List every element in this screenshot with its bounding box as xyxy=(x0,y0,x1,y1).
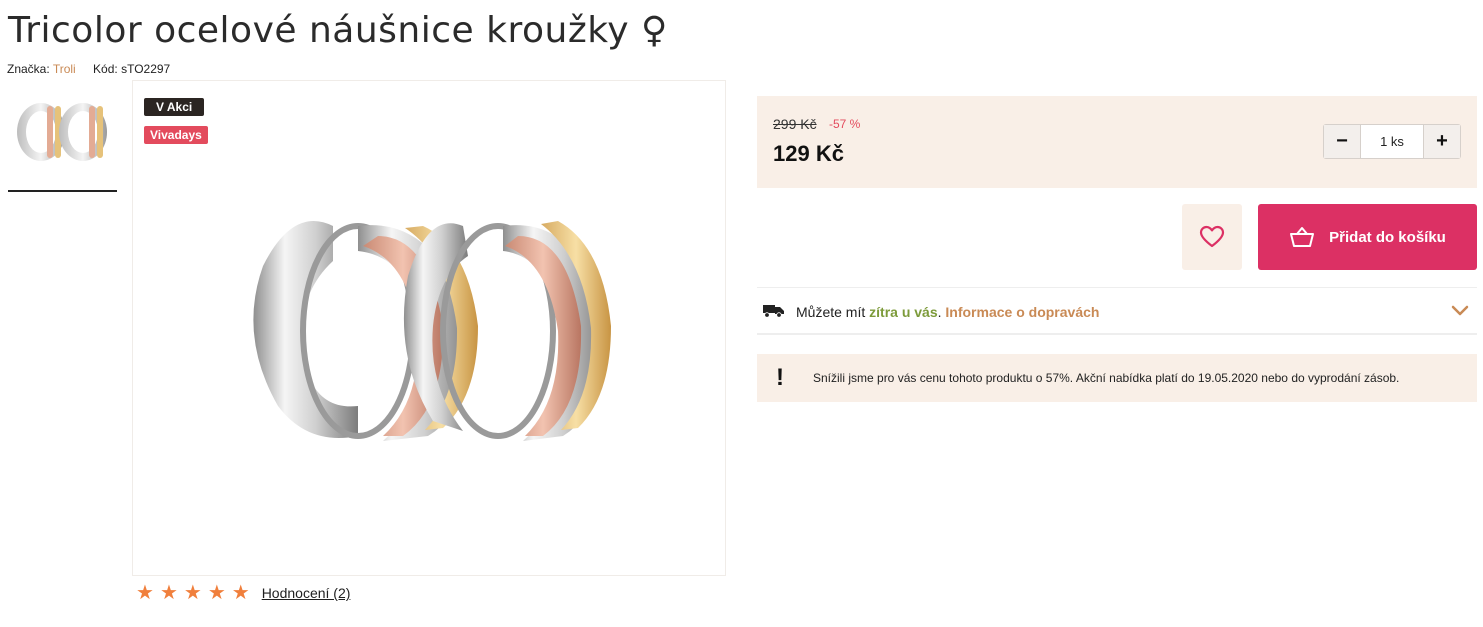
brand-label: Značka: xyxy=(7,62,50,76)
wishlist-button[interactable] xyxy=(1182,204,1242,270)
reviews-link[interactable]: Hodnocení (2) xyxy=(262,585,351,601)
quantity-input[interactable] xyxy=(1361,125,1423,158)
product-rating: ★ ★ ★ ★ ★ Hodnocení (2) xyxy=(136,582,351,604)
current-price: 129 Kč xyxy=(773,141,844,166)
quantity-stepper: − + xyxy=(1323,124,1461,159)
notice-text: Snížili jsme pro vás cenu tohoto produkt… xyxy=(813,371,1400,385)
increase-quantity-button[interactable]: + xyxy=(1423,125,1460,158)
product-thumbnail[interactable] xyxy=(8,82,117,192)
chevron-down-icon[interactable] xyxy=(1451,305,1469,317)
delivery-prefix: Můžete mít xyxy=(796,304,870,320)
product-code: sTO2297 xyxy=(121,62,171,76)
star-icon: ★ xyxy=(136,582,154,604)
add-to-cart-label: Přidat do košíku xyxy=(1329,228,1446,246)
price-box: 299 Kč -57 % 129 Kč − + xyxy=(757,96,1477,188)
delivery-highlight: zítra u vás xyxy=(869,304,938,320)
product-title: Tricolor ocelové náušnice kroužky ♀ xyxy=(8,10,668,51)
star-icon: ★ xyxy=(231,582,250,604)
decrease-quantity-button[interactable]: − xyxy=(1324,125,1361,158)
delivery-info[interactable]: Můžete mít zítra u vás. Informace o dopr… xyxy=(757,287,1477,335)
earrings-image xyxy=(253,221,611,441)
delivery-text: Můžete mít zítra u vás. Informace o dopr… xyxy=(796,304,1099,320)
old-price: 299 Kč xyxy=(773,116,817,132)
promo-notice: ! Snížili jsme pro vás cenu tohoto produ… xyxy=(757,354,1477,402)
thumbnail-earrings-image xyxy=(17,103,107,161)
star-icon: ★ xyxy=(207,582,226,604)
star-icon: ★ xyxy=(159,582,178,604)
heart-icon xyxy=(1199,225,1225,248)
sale-badge: V Akci xyxy=(144,98,205,116)
delivery-info-link[interactable]: Informace o dopravách xyxy=(945,304,1099,320)
basket-icon xyxy=(1290,227,1315,247)
product-main-image[interactable]: V Akci Vivadays xyxy=(132,80,726,576)
rating-stars: ★ ★ ★ ★ ★ xyxy=(136,582,250,604)
code-label: Kód: xyxy=(93,62,118,76)
exclamation-icon: ! xyxy=(776,364,784,391)
product-meta: Značka: Troli Kód: sTO2297 xyxy=(7,62,170,76)
brand-link[interactable]: Troli xyxy=(53,62,76,76)
truck-icon xyxy=(763,305,784,318)
star-icon: ★ xyxy=(183,582,202,604)
add-to-cart-button[interactable]: Přidat do košíku xyxy=(1258,204,1477,270)
discount-badge: -57 % xyxy=(829,117,861,131)
promo-badge: Vivadays xyxy=(144,126,208,144)
